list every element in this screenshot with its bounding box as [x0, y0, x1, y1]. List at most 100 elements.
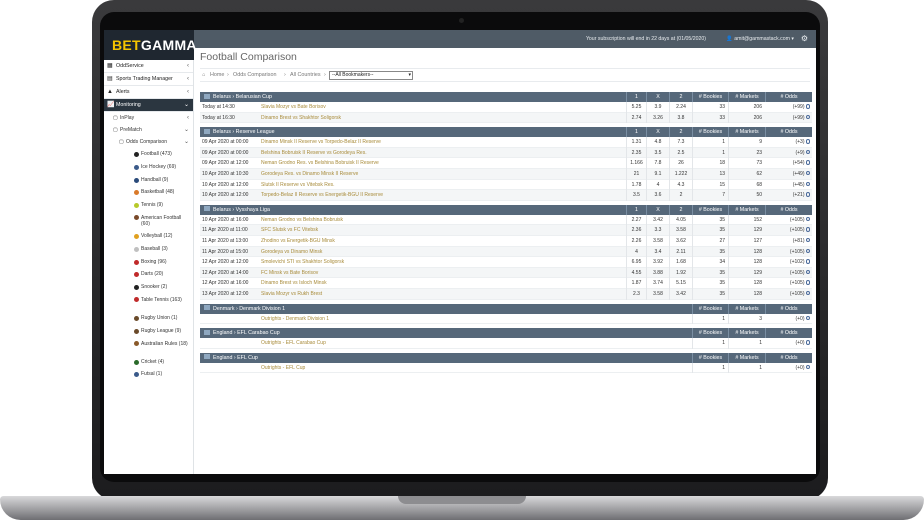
sidebar-sport-item[interactable]: Football (473) — [104, 148, 193, 161]
match-link[interactable]: Outrights - EFL Cup — [261, 363, 305, 374]
info-circle-icon[interactable] — [805, 139, 810, 144]
match-link[interactable]: Dinamo Brest vs Isloch Minsk — [261, 278, 327, 289]
odds-link[interactable]: (+105) — [790, 289, 810, 300]
sidebar-item-sports-trading[interactable]: ▤ Sports Trading Manager ‹ — [104, 73, 193, 86]
match-link[interactable]: Neman Grodno vs Belshina Bobruisk — [261, 215, 343, 226]
match-link[interactable]: Outrights - Denmark Division 1 — [261, 314, 329, 325]
sidebar-sport-item[interactable]: American Football (60) — [104, 212, 193, 230]
odds-link[interactable]: (+3) — [795, 137, 810, 148]
league-name[interactable]: Belarus › Reserve League — [204, 127, 275, 137]
league-name[interactable]: England › EFL Cup — [204, 353, 258, 363]
info-circle-icon[interactable] — [805, 237, 810, 243]
sidebar-sport-item[interactable]: Futsal (1) — [104, 368, 193, 381]
match-link[interactable]: SFC Slutsk vs FC Vitebsk — [261, 225, 318, 236]
sidebar-sport-item[interactable]: Rugby League (9) — [104, 325, 193, 338]
sidebar-sport-item[interactable]: Boxing (96) — [104, 256, 193, 269]
sidebar-sport-item[interactable]: Tennis (9) — [104, 199, 193, 212]
match-link[interactable]: Torpedo-Belaz II Reserve vs Energetik-BG… — [261, 190, 383, 201]
info-circle-icon[interactable] — [805, 248, 810, 254]
info-circle-icon[interactable] — [805, 104, 810, 109]
odds-link[interactable]: (+21) — [793, 190, 810, 201]
match-link[interactable]: Neman Grodno Res. vs Belshina Bobruisk I… — [261, 158, 379, 169]
info-circle-icon[interactable] — [805, 149, 810, 155]
match-link[interactable]: Slutsk II Reserve vs Vitebsk Res. — [261, 180, 335, 191]
odds-link[interactable]: (+81) — [793, 236, 810, 247]
info-circle-icon[interactable] — [805, 216, 810, 222]
odds-link[interactable]: (+105) — [790, 225, 810, 236]
info-circle-icon[interactable] — [805, 114, 810, 120]
match-link[interactable]: Dinamo Minsk II Reserve vs Torpedo-Belaz… — [261, 137, 381, 148]
odds-link[interactable]: (+54) — [793, 158, 810, 169]
sidebar-sport-item[interactable]: Handball (9) — [104, 174, 193, 187]
info-circle-icon[interactable] — [805, 280, 810, 285]
odds-link[interactable]: (+0) — [795, 338, 810, 349]
match-link[interactable]: Gorodeya vs Dinamo Minsk — [261, 247, 322, 258]
info-circle-icon[interactable] — [805, 340, 810, 345]
match-link[interactable]: Belshina Bobruisk II Reserve vs Gorodeya… — [261, 148, 367, 159]
match-link[interactable]: Slavia Mozyr vs Bate Borisov — [261, 102, 326, 113]
sidebar-sport-item[interactable]: Ice Hockey (69) — [104, 161, 193, 174]
breadcrumb-countries[interactable]: All Countries — [290, 69, 321, 82]
info-circle-icon[interactable] — [805, 269, 810, 275]
sidebar-sport-item[interactable]: Table Tennis (163) — [104, 294, 193, 312]
league-name[interactable]: Belarus › Belarusian Cup — [204, 92, 272, 102]
match-link[interactable]: Slavia Mozyr vs Rukh Brest — [261, 289, 322, 300]
sidebar-sport-item[interactable]: Darts (20) — [104, 268, 193, 281]
sidebar-sport-item[interactable]: Cricket (4) — [104, 356, 193, 369]
sidebar-item-oddservice[interactable]: ▦ OddService ‹ — [104, 60, 193, 73]
gear-icon[interactable]: ⚙ — [801, 34, 808, 44]
sidebar-sport-item[interactable]: Basketball (48) — [104, 186, 193, 199]
odds-link[interactable]: (+105) — [790, 278, 810, 289]
sidebar-item-prematch[interactable]: ▢ PreMatch ⌄ — [104, 124, 193, 136]
sidebar-item-odds-comparison[interactable]: ▢ Odds Comparison ⌄ — [104, 136, 193, 148]
match-link[interactable]: Smolevichi STI vs Shakhtor Soligorsk — [261, 257, 344, 268]
odds-link[interactable]: (+45) — [793, 180, 810, 191]
logo[interactable]: BETGAMMA — [104, 30, 197, 60]
info-circle-icon[interactable] — [805, 227, 810, 232]
match-link[interactable]: Dinamo Brest vs Shakhtor Soligorsk — [261, 113, 341, 124]
match-link[interactable]: Gorodeya Res. vs Dinamo Minsk II Reserve — [261, 169, 358, 180]
odds-count: (+105) — [789, 280, 805, 287]
odds-link[interactable]: (+105) — [790, 247, 810, 258]
sidebar-sport-item[interactable]: Australian Rules (18) — [104, 338, 193, 356]
league-name[interactable]: Denmark › Denmark Division 1 — [204, 304, 285, 314]
odds-link[interactable]: (+102) — [790, 257, 810, 268]
league-name[interactable]: England › EFL Carabao Cup — [204, 328, 280, 338]
league-name[interactable]: Belarus › Vysshaya Liga — [204, 205, 270, 215]
odds-link[interactable]: (+9) — [795, 148, 810, 159]
info-circle-icon[interactable] — [805, 290, 810, 296]
info-circle-icon[interactable] — [805, 170, 810, 176]
info-circle-icon[interactable] — [805, 181, 810, 187]
match-link[interactable]: Zhodino vs Energetik-BGU Minsk — [261, 236, 335, 247]
breadcrumb-odds[interactable]: Odds Comparison — [233, 69, 276, 82]
breadcrumb-home[interactable]: Home — [210, 69, 224, 82]
info-circle-icon[interactable] — [805, 315, 810, 320]
sport-icon — [134, 315, 139, 321]
match-link[interactable]: FC Minsk vs Bate Borisov — [261, 268, 318, 279]
sidebar-item-monitoring[interactable]: 📈 Monitoring ⌄ — [104, 99, 193, 112]
sidebar-sport-item[interactable]: Rugby Union (1) — [104, 312, 193, 325]
sidebar-item-label: Odds Comparison — [126, 139, 168, 145]
match-link[interactable]: Outrights - EFL Carabao Cup — [261, 338, 326, 349]
odds-link[interactable]: (+105) — [790, 268, 810, 279]
sidebar-item-alerts[interactable]: ▲ Alerts ‹ — [104, 86, 193, 99]
odds-link[interactable]: (+0) — [795, 314, 810, 325]
sidebar-sport-item[interactable]: Volleyball (12) — [104, 230, 193, 243]
odds-link[interactable]: (+49) — [793, 169, 810, 180]
bookmaker-select[interactable]: --All Bookmakers-- ▾ — [329, 71, 413, 80]
info-circle-icon[interactable] — [805, 192, 810, 197]
info-circle-icon[interactable] — [805, 160, 810, 165]
odds-link[interactable]: (+99) — [793, 102, 810, 113]
odds-link[interactable]: (+105) — [790, 215, 810, 226]
sport-icon — [134, 340, 139, 346]
sidebar-sport-item[interactable]: Baseball (3) — [104, 243, 193, 256]
sport-icon — [134, 328, 139, 334]
sidebar-sport-item[interactable]: Snooker (2) — [104, 281, 193, 294]
odds-link[interactable]: (+99) — [793, 113, 810, 124]
odds-link[interactable]: (+0) — [795, 363, 810, 374]
user-menu[interactable]: 👤 amit@gammastack.com ▾ — [726, 30, 794, 48]
sidebar-item-inplay[interactable]: ▢ InPlay ‹ — [104, 112, 193, 124]
info-circle-icon[interactable] — [805, 364, 810, 370]
info-circle-icon[interactable] — [805, 259, 810, 264]
cell-markets: 129 — [728, 225, 765, 236]
